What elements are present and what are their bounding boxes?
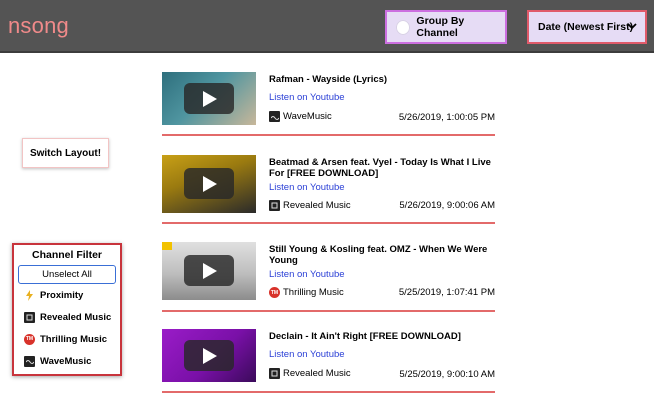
sort-select[interactable]: Date (Newest First) [527, 10, 647, 44]
filter-item-thrilling-music[interactable]: TM Thrilling Music [24, 328, 120, 350]
toggle-knob-icon [396, 19, 411, 35]
group-by-channel-label: Group By Channel [416, 15, 465, 39]
channel-name: WaveMusic [269, 111, 332, 122]
channel-label: WaveMusic [283, 111, 332, 122]
song-card: Rafman - Wayside (Lyrics) Listen on Yout… [162, 72, 495, 136]
switch-layout-button[interactable]: Switch Layout! [22, 138, 109, 168]
listen-on-youtube-link[interactable]: Listen on Youtube [269, 92, 345, 103]
song-title: Declain - It Ain't Right [FREE DOWNLOAD] [269, 331, 461, 342]
channel-name: TM Thrilling Music [269, 287, 344, 298]
channel-label: Revealed Music [283, 368, 351, 379]
thrilling-music-icon: TM [24, 333, 35, 345]
filter-item-label: WaveMusic [40, 355, 92, 367]
wavemusic-icon [269, 111, 280, 122]
play-icon[interactable] [184, 83, 234, 114]
listen-on-youtube-link[interactable]: Listen on Youtube [269, 269, 345, 280]
filter-item-revealed-music[interactable]: Revealed Music [24, 306, 120, 328]
video-thumbnail[interactable] [162, 242, 256, 300]
thumbnail-corner-badge [162, 242, 172, 250]
upload-date: 5/25/2019, 1:07:41 PM [398, 287, 495, 298]
play-icon[interactable] [184, 255, 234, 286]
filter-item-wavemusic[interactable]: WaveMusic [24, 350, 120, 372]
song-title: Beatmad & Arsen feat. Vyel - Today Is Wh… [269, 157, 491, 179]
filter-item-label: Thrilling Music [40, 333, 108, 345]
channel-label: Revealed Music [283, 200, 351, 211]
chevron-down-icon [627, 20, 637, 34]
play-icon[interactable] [184, 168, 234, 199]
channel-filter-panel: Channel Filter Unselect All Proximity Re… [12, 243, 122, 376]
filter-item-label: Revealed Music [40, 311, 112, 323]
group-by-channel-toggle[interactable]: Group By Channel [385, 10, 507, 44]
thrilling-music-icon: TM [269, 287, 280, 298]
filter-item-label: Proximity [40, 289, 84, 301]
app-logo: nsong [8, 13, 69, 38]
song-title: Rafman - Wayside (Lyrics) [269, 74, 388, 85]
listen-on-youtube-link[interactable]: Listen on Youtube [269, 349, 345, 360]
song-title: Still Young & Kosling feat. OMZ - When W… [269, 244, 488, 266]
song-card: Declain - It Ain't Right [FREE DOWNLOAD]… [162, 329, 495, 393]
sort-select-value: Date (Newest First) [538, 21, 634, 33]
video-thumbnail[interactable] [162, 72, 256, 125]
play-icon[interactable] [184, 340, 234, 371]
upload-date: 5/25/2019, 9:00:10 AM [399, 369, 495, 380]
upload-date: 5/26/2019, 1:00:05 PM [398, 112, 495, 123]
channel-name: Revealed Music [269, 200, 351, 211]
channel-name: Revealed Music [269, 368, 351, 379]
filter-item-proximity[interactable]: Proximity [24, 284, 120, 306]
upload-date: 5/26/2019, 9:00:06 AM [399, 200, 495, 211]
revealed-music-icon [269, 200, 280, 211]
wavemusic-icon [24, 355, 35, 367]
lightning-icon [24, 289, 35, 301]
listen-on-youtube-link[interactable]: Listen on Youtube [269, 182, 345, 193]
channel-label: Thrilling Music [283, 287, 344, 298]
revealed-music-icon [269, 368, 280, 379]
revealed-music-icon [24, 311, 35, 323]
unselect-all-button[interactable]: Unselect All [18, 265, 116, 284]
video-thumbnail[interactable] [162, 329, 256, 382]
video-thumbnail[interactable] [162, 155, 256, 213]
song-card: Still Young & Kosling feat. OMZ - When W… [162, 242, 495, 312]
song-card: Beatmad & Arsen feat. Vyel - Today Is Wh… [162, 155, 495, 224]
top-bar: nsong Group By Channel Date (Newest Firs… [0, 0, 654, 53]
channel-filter-title: Channel Filter [31, 249, 102, 261]
